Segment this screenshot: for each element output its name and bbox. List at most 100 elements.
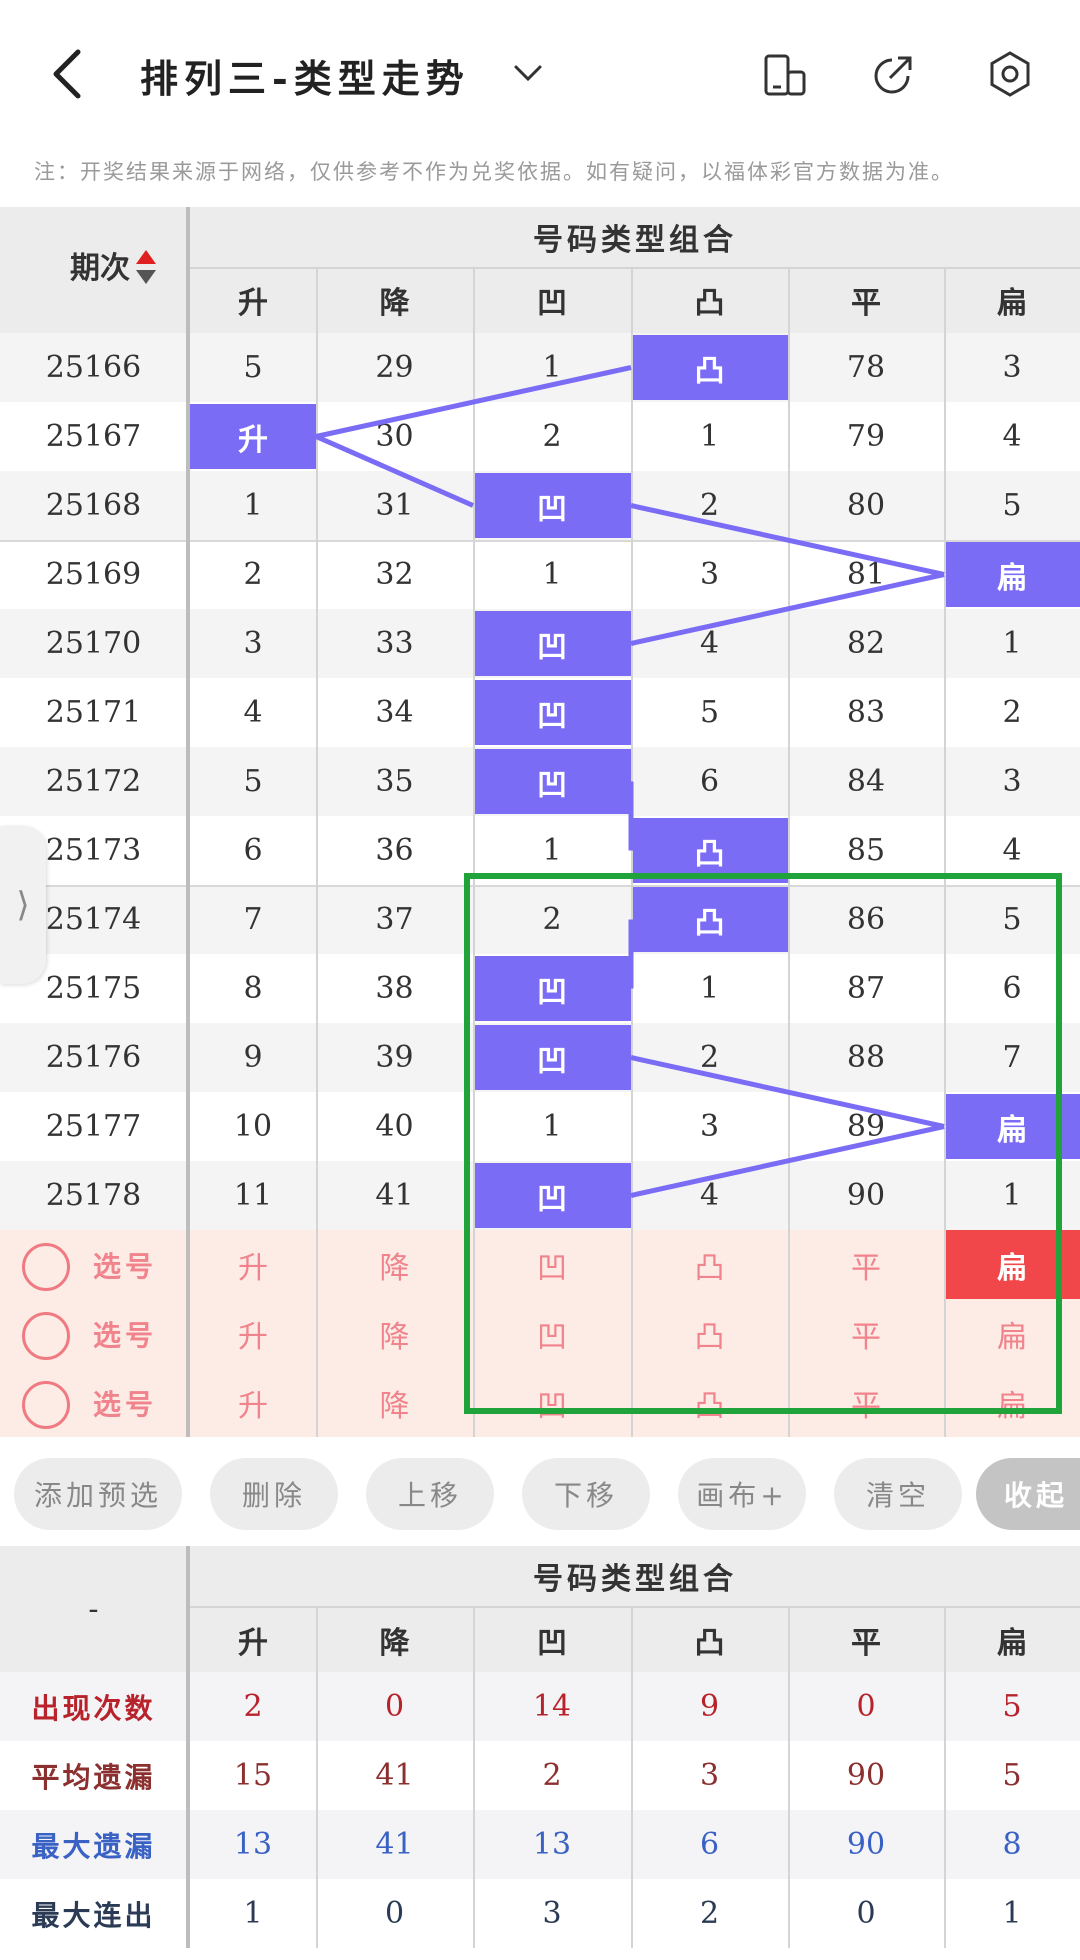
omission-cell: 87 [846,971,886,1006]
hit-cell: 扁 [944,1094,1080,1159]
omission-cell: 81 [846,557,886,592]
column-header: 扁 [997,286,1027,321]
pick-checkbox[interactable] [22,1381,70,1429]
hit-cell: 凹 [473,956,631,1021]
omission-cell: 32 [375,557,414,592]
omission-cell: 79 [846,419,886,454]
pick-option[interactable]: 降 [316,1368,473,1437]
omission-cell: 36 [375,833,414,868]
stats-value: 3 [699,1758,720,1793]
hit-cell: 凸 [631,887,788,952]
omission-cell: 2 [542,419,562,454]
toolbar-button[interactable]: 上移 [366,1458,494,1530]
collapse-button[interactable]: 收起 [976,1458,1080,1530]
stats-value: 3 [542,1896,562,1931]
page-title[interactable]: 排列三-类型走势 [140,48,470,103]
omission-cell: 3 [699,557,720,592]
stats-column-header: 扁 [997,1626,1027,1661]
pick-option[interactable]: 扁 [944,1368,1080,1437]
column-divider [631,269,633,1437]
omission-cell: 90 [846,1178,886,1213]
hit-cell: 凹 [473,473,631,538]
group-header-label: 号码类型组合 [533,223,737,258]
phone-landscape-icon[interactable] [760,50,808,98]
hit-cell: 凹 [473,1025,631,1090]
column-divider [788,269,790,1437]
pick-checkbox[interactable] [22,1312,70,1360]
omission-cell: 1 [1002,626,1022,661]
omission-cell: 80 [846,488,886,523]
pick-option[interactable]: 平 [788,1230,944,1299]
omission-cell: 10 [233,1109,273,1144]
side-drawer-handle[interactable]: ⟩ [0,826,46,984]
stats-column-divider [316,1608,318,1948]
pick-option[interactable]: 升 [190,1368,316,1437]
column-header: 平 [851,286,881,321]
chevron-down-icon[interactable] [510,58,546,88]
stats-value: 5 [1002,1689,1022,1724]
pick-option[interactable]: 平 [788,1368,944,1437]
pick-checkbox[interactable] [22,1243,70,1291]
omission-cell: 37 [375,902,414,937]
period-cell: 25166 [45,350,142,385]
pick-option[interactable]: 降 [316,1299,473,1368]
settings-icon[interactable] [986,50,1034,98]
pick-option[interactable]: 凹 [473,1230,631,1299]
omission-cell: 33 [375,626,414,661]
column-header: 凸 [694,286,725,321]
toolbar-button[interactable]: 清空 [834,1458,962,1530]
pick-option[interactable]: 凹 [473,1299,631,1368]
stats-value: 2 [243,1689,263,1724]
chevron-left-icon[interactable] [48,48,88,100]
column-divider [944,269,946,1437]
stats-value: 13 [233,1827,273,1862]
pick-option[interactable]: 升 [190,1230,316,1299]
omission-cell: 2 [699,1040,720,1075]
omission-cell: 6 [243,833,263,868]
stats-row-label: 平均遗漏 [31,1760,156,1794]
pick-row-label: 选号 [92,1387,157,1421]
omission-cell: 2 [243,557,263,592]
omission-cell: 29 [375,350,414,385]
row-divider [0,540,1080,542]
omission-cell: 1 [542,350,562,385]
pick-option[interactable]: 扁 [944,1299,1080,1368]
column-header: 升 [238,286,268,321]
stats-value: 6 [699,1827,720,1862]
omission-cell: 35 [375,764,414,799]
stats-value: 14 [532,1689,572,1724]
toolbar-button[interactable]: 画布+ [678,1458,806,1530]
pick-option[interactable]: 凸 [631,1368,788,1437]
hit-cell: 凹 [473,1163,631,1228]
stats-value: 41 [375,1827,414,1862]
omission-cell: 4 [1002,833,1022,868]
period-divider [186,207,190,1437]
omission-cell: 85 [846,833,886,868]
toolbar-button[interactable]: 添加预选 [14,1458,182,1530]
toolbar-button[interactable]: 下移 [522,1458,650,1530]
stats-row-label: 出现次数 [31,1691,156,1725]
pick-option[interactable]: 平 [788,1299,944,1368]
pick-option-selected[interactable]: 扁 [944,1230,1080,1299]
omission-cell: 1 [243,488,263,523]
pick-option[interactable]: 凸 [631,1299,788,1368]
period-cell: 25167 [45,419,142,454]
pick-option[interactable]: 升 [190,1299,316,1368]
omission-cell: 1 [542,833,562,868]
pick-option[interactable]: 凹 [473,1368,631,1437]
share-icon[interactable] [870,50,918,98]
sort-toggle-icon[interactable] [134,248,158,288]
stats-value: 15 [233,1758,273,1793]
pick-option[interactable]: 降 [316,1230,473,1299]
stats-column-header: 升 [238,1626,268,1661]
stats-value: 41 [375,1758,414,1793]
omission-cell: 8 [243,971,263,1006]
toolbar-button[interactable]: 删除 [210,1458,338,1530]
pick-option[interactable]: 凸 [631,1230,788,1299]
stats-value: 5 [1002,1758,1022,1793]
omission-cell: 5 [1002,488,1022,523]
omission-cell: 2 [542,902,562,937]
omission-cell: 1 [699,419,720,454]
omission-cell: 7 [1002,1040,1022,1075]
app-header: 排列三-类型走势 [0,0,1080,150]
